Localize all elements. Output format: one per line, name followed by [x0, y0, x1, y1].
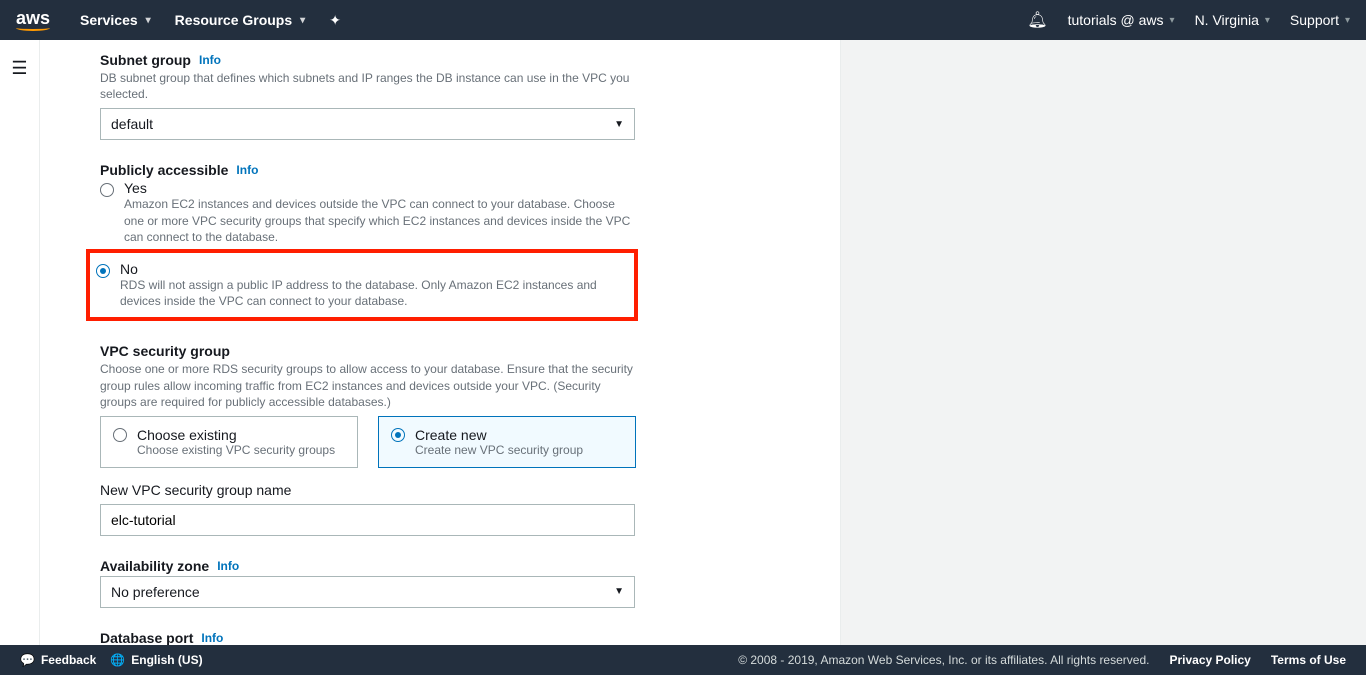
footer-language-label: English (US) [131, 653, 202, 667]
footer-language[interactable]: 🌐 English (US) [110, 653, 202, 667]
az-info-link[interactable]: Info [217, 559, 239, 573]
vpc-sg-label: VPC security group [100, 343, 230, 359]
subnet-group-info-link[interactable]: Info [199, 53, 221, 67]
db-port-label: Database port [100, 630, 193, 645]
vpc-sg-desc: Choose one or more RDS security groups t… [100, 361, 640, 410]
db-port-info-link[interactable]: Info [201, 631, 223, 645]
vpc-sg-existing-desc: Choose existing VPC security groups [137, 443, 335, 457]
subnet-group-desc: DB subnet group that defines which subne… [100, 70, 640, 102]
subnet-group-select[interactable]: default ▼ [100, 108, 635, 140]
subnet-group-label: Subnet group [100, 52, 191, 68]
pin-icon[interactable]: ✦ [329, 12, 341, 29]
highlight-box: No RDS will not assign a public IP addre… [86, 249, 638, 321]
nav-services[interactable]: Services ▾ [80, 12, 151, 28]
public-access-info-link[interactable]: Info [236, 163, 258, 177]
public-access-yes-desc: Amazon EC2 instances and devices outside… [124, 196, 634, 245]
footer-privacy-link[interactable]: Privacy Policy [1169, 653, 1250, 667]
layout: ☰ Subnet group Info DB subnet group that… [0, 40, 1366, 645]
footer-terms-link[interactable]: Terms of Use [1271, 653, 1346, 667]
nav-support-label: Support [1290, 12, 1339, 28]
vpc-sg-choose-existing-tile[interactable]: Choose existing Choose existing VPC secu… [100, 416, 358, 468]
vpc-sg-create-new-tile[interactable]: Create new Create new VPC security group [378, 416, 636, 468]
nav-resource-groups[interactable]: Resource Groups ▾ [175, 12, 306, 28]
public-access-no-desc: RDS will not assign a public IP address … [120, 277, 628, 309]
footer-feedback-label: Feedback [41, 653, 96, 667]
vpc-sg-create-title: Create new [415, 427, 583, 443]
footer-copyright: © 2008 - 2019, Amazon Web Services, Inc.… [738, 653, 1149, 667]
az-value: No preference [111, 584, 200, 600]
caret-down-icon: ▾ [146, 15, 151, 26]
caret-down-icon: ▾ [1265, 15, 1270, 26]
nav-region[interactable]: N. Virginia ▾ [1195, 12, 1270, 28]
radio-icon [100, 183, 114, 197]
aws-logo[interactable]: aws [16, 9, 50, 31]
triangle-down-icon: ▼ [614, 119, 624, 130]
globe-icon: 🌐 [110, 653, 125, 667]
az-block: Availability zone Info No preference ▼ [100, 558, 640, 608]
side-toggle-column: ☰ [0, 40, 40, 645]
vpc-sg-block: VPC security group Choose one or more RD… [100, 343, 640, 536]
public-access-no-radio[interactable]: No RDS will not assign a public IP addre… [96, 261, 628, 309]
footer: 💬 Feedback 🌐 English (US) © 2008 - 2019,… [0, 645, 1366, 675]
vpc-sg-existing-title: Choose existing [137, 427, 335, 443]
vpc-sg-name-label: New VPC security group name [100, 482, 640, 498]
radio-selected-icon [391, 428, 405, 442]
subnet-group-block: Subnet group Info DB subnet group that d… [100, 52, 640, 140]
main-content: Subnet group Info DB subnet group that d… [40, 40, 840, 645]
caret-down-icon: ▾ [1345, 15, 1350, 26]
radio-icon [113, 428, 127, 442]
bell-icon[interactable]: 🔔︎ [1027, 10, 1047, 30]
aws-swoosh-icon [16, 25, 50, 31]
speech-bubble-icon: 💬 [20, 653, 35, 667]
db-port-block: Database port Info TCP/IP port the datab… [100, 630, 640, 645]
nav-right: 🔔︎ tutorials @ aws ▾ N. Virginia ▾ Suppo… [1027, 10, 1350, 30]
caret-down-icon: ▾ [300, 15, 305, 26]
right-panel [840, 40, 1366, 645]
nav-services-label: Services [80, 12, 138, 28]
nav-resource-groups-label: Resource Groups [175, 12, 292, 28]
vpc-sg-create-desc: Create new VPC security group [415, 443, 583, 457]
public-access-block: Publicly accessible Info Yes Amazon EC2 … [100, 162, 640, 321]
vpc-sg-name-input[interactable] [100, 504, 635, 536]
az-label: Availability zone [100, 558, 209, 574]
nav-account-label: tutorials @ aws [1068, 12, 1164, 28]
nav-account[interactable]: tutorials @ aws ▾ [1068, 12, 1175, 28]
public-access-yes-radio[interactable]: Yes Amazon EC2 instances and devices out… [100, 180, 640, 245]
public-access-yes-title: Yes [124, 180, 640, 196]
nav-region-label: N. Virginia [1195, 12, 1259, 28]
az-select[interactable]: No preference ▼ [100, 576, 635, 608]
radio-selected-icon [96, 264, 110, 278]
hamburger-icon[interactable]: ☰ [11, 58, 27, 645]
public-access-label: Publicly accessible [100, 162, 228, 178]
nav-support[interactable]: Support ▾ [1290, 12, 1350, 28]
footer-feedback[interactable]: 💬 Feedback [20, 653, 96, 667]
subnet-group-value: default [111, 116, 153, 132]
top-nav: aws Services ▾ Resource Groups ▾ ✦ 🔔︎ tu… [0, 0, 1366, 40]
triangle-down-icon: ▼ [614, 586, 624, 597]
public-access-no-title: No [120, 261, 628, 277]
caret-down-icon: ▾ [1170, 15, 1175, 26]
